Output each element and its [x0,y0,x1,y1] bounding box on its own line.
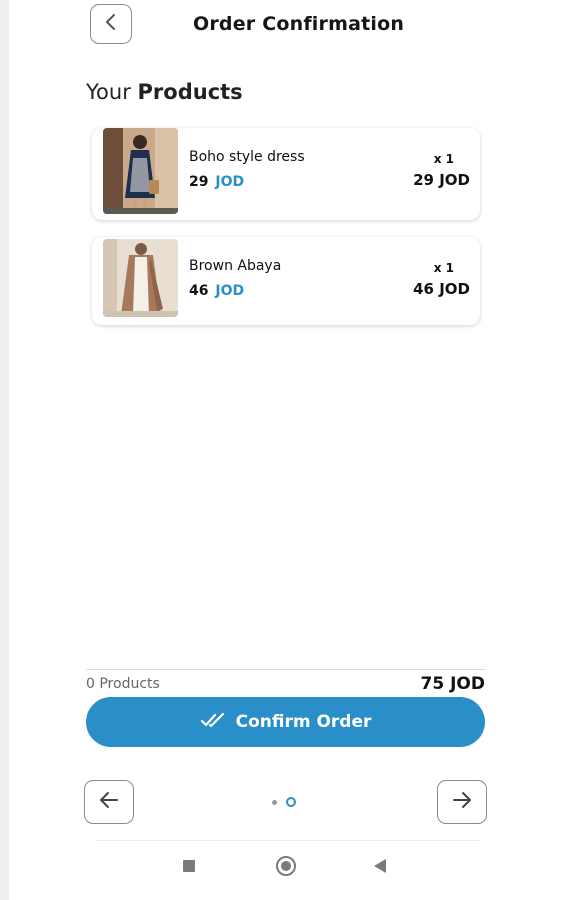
product-name: Boho style dress [189,149,305,165]
product-card[interactable]: Boho style dress 29 JOD x 1 29 JOD [92,128,480,220]
product-line-total: 46 JOD [413,280,470,298]
product-count: 0 Products [86,676,160,692]
product-price-value: 29 [189,174,209,190]
system-back-icon[interactable] [374,859,386,873]
previous-step-button[interactable] [84,780,134,824]
product-price-value: 46 [189,283,209,299]
summary-divider [86,669,485,670]
confirm-order-label: Confirm Order [235,712,372,732]
product-image-dress [103,128,178,214]
product-quantity: x 1 [433,152,454,166]
double-check-icon [200,712,226,733]
left-edge-strip [0,0,9,900]
product-line-total: 29 JOD [413,171,470,189]
product-price-currency: JOD [215,174,245,190]
product-price: 29 JOD [189,174,244,190]
back-button[interactable] [90,4,132,44]
product-card[interactable]: Brown Abaya 46 JOD x 1 46 JOD [92,237,480,325]
arrow-right-icon [452,791,472,813]
recent-apps-icon[interactable] [183,860,195,872]
home-icon[interactable] [276,856,296,876]
arrow-left-icon [99,791,119,813]
system-nav-divider [96,840,481,841]
product-quantity: x 1 [433,261,454,275]
confirm-order-button[interactable]: Confirm Order [86,697,485,747]
chevron-left-icon [104,13,118,35]
order-total: 75 JOD [420,674,485,694]
page-indicator-dot [272,800,277,805]
product-price-currency: JOD [215,283,245,299]
product-name: Brown Abaya [189,258,282,274]
next-step-button[interactable] [437,780,487,824]
product-price: 46 JOD [189,283,244,299]
section-title-strong: Products [137,80,243,104]
product-image-abaya [103,239,178,317]
section-title-prefix: Your [86,80,131,104]
page-indicator-dot-active [286,797,296,807]
page-title: Order Confirmation [193,13,405,35]
section-title: Your Products [86,80,243,104]
